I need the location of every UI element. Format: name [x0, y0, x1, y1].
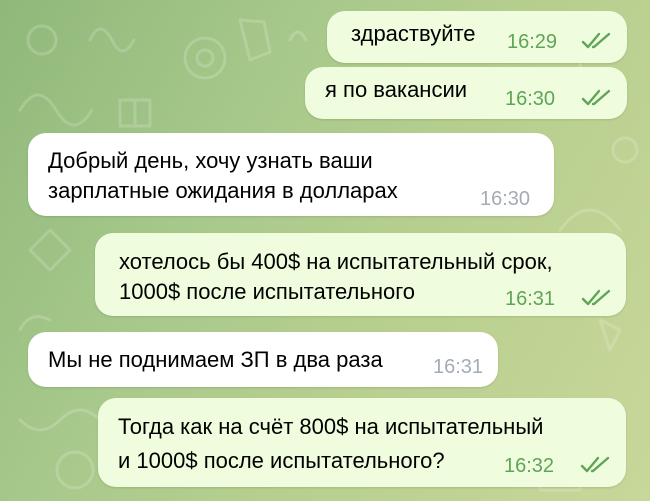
message-time: 16:30 — [505, 88, 556, 110]
message-text-line: 1000$ после испытательного — [119, 279, 416, 304]
message-text: Мы не поднимаем ЗП в два раза — [48, 347, 383, 372]
message-text-line: Добрый день, хочу узнать ваши — [48, 148, 373, 173]
double-check-read-icon — [581, 32, 611, 49]
message-text-line: и 1000$ после испытательного? — [118, 448, 445, 473]
double-check-read-icon — [581, 289, 611, 306]
message-text-line: хотелось бы 400$ на испытательный срок, — [119, 249, 553, 274]
message-text-line: Тогда как на счёт 800$ на испытательный — [118, 414, 544, 439]
double-check-read-icon — [580, 456, 610, 473]
message-bubble-incoming[interactable]: Добрый день, хочу узнать ваши зарплатные… — [28, 133, 554, 216]
message-bubble-outgoing[interactable]: я по вакансии 16:30 — [305, 67, 627, 119]
message-time: 16:32 — [504, 455, 555, 477]
message-text: здраствуйте — [351, 21, 476, 46]
message-time: 16:30 — [480, 188, 531, 210]
message-text: я по вакансии — [325, 77, 468, 102]
message-time: 16:31 — [505, 288, 556, 310]
double-check-read-icon — [581, 89, 611, 106]
message-bubble-outgoing[interactable]: здраствуйте 16:29 — [327, 11, 627, 63]
message-bubble-outgoing[interactable]: хотелось бы 400$ на испытательный срок, … — [95, 233, 626, 316]
message-time: 16:29 — [507, 31, 558, 53]
message-text-line: зарплатные ожидания в долларах — [48, 178, 398, 203]
message-time: 16:31 — [433, 356, 484, 378]
message-bubble-outgoing[interactable]: Тогда как на счёт 800$ на испытательный … — [98, 398, 626, 487]
message-bubble-incoming[interactable]: Мы не поднимаем ЗП в два раза 16:31 — [28, 332, 498, 387]
